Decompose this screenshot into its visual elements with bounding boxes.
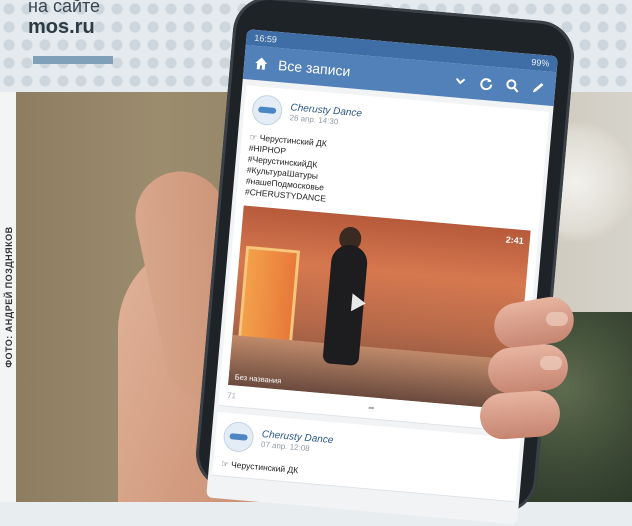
- views-count: 71: [226, 390, 237, 401]
- search-icon[interactable]: [503, 76, 523, 96]
- photo-credit-text: ФОТО: АНДРЕЙ ПОЗДНЯКОВ: [4, 226, 14, 368]
- hand-finger: [478, 389, 562, 441]
- banner-caption: на сайте: [28, 0, 101, 16]
- banner-accent-bar: [33, 56, 113, 64]
- avatar[interactable]: [250, 93, 284, 127]
- smartphone: 16:59 99% Все записи Cherusty Dance 26 а…: [193, 0, 577, 525]
- fingernail: [540, 356, 562, 370]
- refresh-icon[interactable]: [477, 73, 497, 93]
- fingernail: [546, 312, 568, 326]
- banner-site-link[interactable]: mos.ru: [28, 16, 95, 39]
- share-icon[interactable]: ➦: [368, 403, 375, 413]
- video-duration: 2:41: [505, 234, 525, 247]
- chevron-down-icon[interactable]: [451, 71, 471, 91]
- phone-screen: 16:59 99% Все записи Cherusty Dance 26 а…: [206, 29, 558, 525]
- video-player[interactable]: 2:41 Без названия: [228, 205, 531, 410]
- status-time: 16:59: [253, 32, 278, 45]
- edit-icon[interactable]: [528, 78, 548, 98]
- feed-title[interactable]: Все записи: [277, 57, 444, 87]
- status-battery: 99%: [530, 57, 550, 69]
- avatar[interactable]: [222, 420, 255, 454]
- home-icon[interactable]: [251, 54, 271, 74]
- play-icon[interactable]: [350, 293, 367, 313]
- photo-credit: ФОТО: АНДРЕЙ ПОЗДНЯКОВ: [0, 92, 16, 502]
